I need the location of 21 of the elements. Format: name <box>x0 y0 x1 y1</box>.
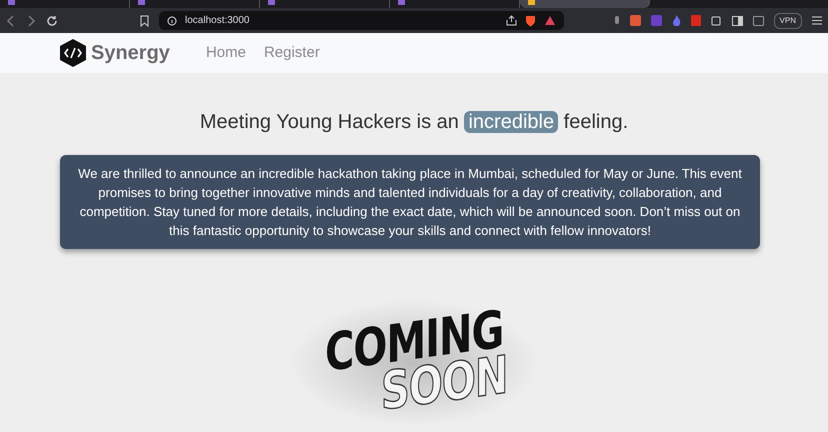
nav-link[interactable]: Home <box>206 42 246 64</box>
extension-icon[interactable] <box>630 15 641 26</box>
browser-tab[interactable] <box>520 0 650 8</box>
triangle-icon[interactable] <box>544 15 556 26</box>
nav-link[interactable]: Register <box>264 42 320 64</box>
headline: Meeting Young Hackers is an incredible feeling. <box>198 110 630 135</box>
url-text: localhost:3000 <box>185 14 250 28</box>
forward-icon[interactable] <box>26 14 36 26</box>
bookmark-icon[interactable] <box>140 14 149 26</box>
brand-name[interactable]: Synergy <box>91 38 170 68</box>
address-bar[interactable]: localhost:3000 <box>159 11 564 30</box>
sidebar-icon[interactable] <box>732 16 743 26</box>
reload-icon[interactable] <box>46 14 58 26</box>
info-icon[interactable] <box>167 16 177 26</box>
announcement-card: We are thrilled to announce an incredible hackathon taking place in Mumbai, scheduled for May or June. This event promises to bring together innovative minds and talented individuals for a day of creativity, collaboration, and competition. Stay tuned for more details, including the exact date, which will be announced soon. Don’t miss out on this fantastic opportunity to showcase your skills and connect with fellow innovators! <box>60 155 760 249</box>
shield-icon[interactable] <box>525 14 536 26</box>
back-icon[interactable] <box>6 14 16 26</box>
menu-icon[interactable] <box>812 16 822 25</box>
vpn-button[interactable]: VPN <box>774 12 802 28</box>
logo-icon <box>60 39 86 67</box>
share-icon[interactable] <box>506 15 517 26</box>
